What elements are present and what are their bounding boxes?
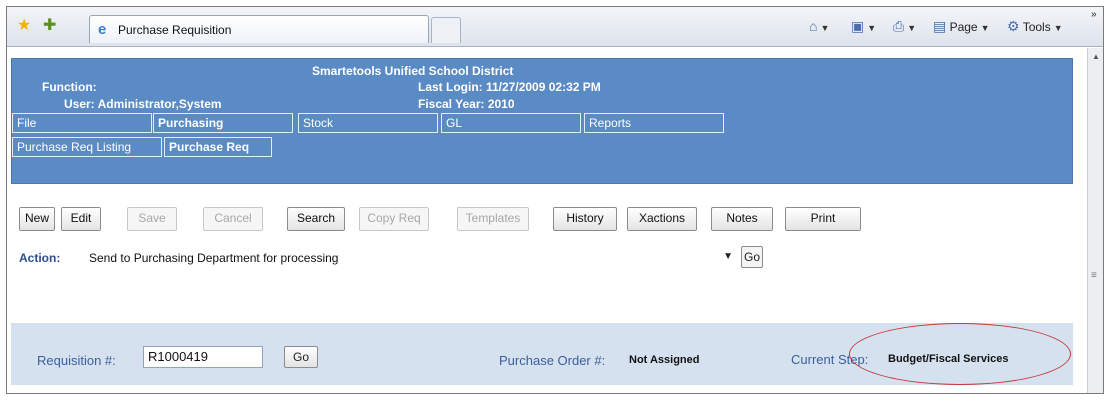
scroll-up-icon[interactable]: ▲ xyxy=(1092,52,1100,61)
page-content: Smartetools Unified School District Func… xyxy=(7,48,1089,393)
feeds-button[interactable]: ▣ ▼ xyxy=(851,18,876,35)
history-button[interactable]: History xyxy=(553,207,617,231)
home-icon: ⌂ xyxy=(809,18,818,34)
page-icon: ▤ xyxy=(933,18,947,34)
chevron-down-icon: ▼ xyxy=(820,23,830,33)
action-selected-value: Send to Purchasing Department for proces… xyxy=(89,251,339,265)
print-button[interactable]: Print xyxy=(785,207,861,231)
user-name: User: Administrator,System xyxy=(64,97,222,111)
menu-purchasing[interactable]: Purchasing xyxy=(153,113,293,133)
browser-tab[interactable]: e Purchase Requisition xyxy=(89,15,429,43)
menu-file[interactable]: File xyxy=(12,113,152,133)
add-favorites-icon[interactable]: ✚ xyxy=(43,18,56,34)
chevron-down-icon: ▼ xyxy=(867,23,877,33)
fiscal-year: Fiscal Year: 2010 xyxy=(418,97,515,111)
browser-toolbar: ★ ✚ e Purchase Requisition ⌂ ▼ ▣ ▼ ⎙ ▼ ▤ Pa… xyxy=(7,7,1103,47)
scroll-grip-icon[interactable]: ≡ xyxy=(1091,270,1097,281)
chevron-down-icon: ▼ xyxy=(1053,23,1063,33)
favorites-star-icon[interactable]: ★ xyxy=(17,18,31,34)
action-select[interactable]: Send to Purchasing Department for proces… xyxy=(87,248,737,268)
district-name: Smartetools Unified School District xyxy=(312,64,514,78)
save-button[interactable]: Save xyxy=(127,207,177,231)
chevron-down-icon: ▼ xyxy=(907,23,917,33)
print-browser-button[interactable]: ⎙ ▼ xyxy=(893,18,916,35)
new-tab-button[interactable] xyxy=(431,17,461,43)
annotation-circle xyxy=(849,323,1071,385)
action-label: Action: xyxy=(19,251,61,265)
purchase-order-value: Not Assigned xyxy=(629,354,700,366)
requisition-go-button[interactable]: Go xyxy=(284,346,318,368)
toolbar-overflow[interactable]: » xyxy=(1091,9,1097,20)
submenu-purchase-req[interactable]: Purchase Req xyxy=(164,137,272,157)
requisition-input[interactable]: R1000419 xyxy=(143,346,263,368)
requisition-band: Requisition #: R1000419 Go Purchase Orde… xyxy=(11,323,1073,385)
tab-title: Purchase Requisition xyxy=(118,23,232,37)
printer-icon: ⎙ xyxy=(893,18,905,34)
cancel-button[interactable]: Cancel xyxy=(203,207,263,231)
purchase-order-label: Purchase Order #: xyxy=(499,353,606,368)
new-button[interactable]: New xyxy=(19,207,55,231)
search-button[interactable]: Search xyxy=(287,207,345,231)
chevron-down-icon: ▼ xyxy=(980,23,990,33)
gear-icon: ⚙ xyxy=(1007,18,1020,34)
templates-button[interactable]: Templates xyxy=(457,207,529,231)
home-button[interactable]: ⌂ ▼ xyxy=(809,18,829,34)
copy-req-button[interactable]: Copy Req xyxy=(359,207,429,231)
edit-button[interactable]: Edit xyxy=(61,207,101,231)
menu-stock[interactable]: Stock xyxy=(298,113,438,133)
chevron-down-icon: ▼ xyxy=(723,251,733,262)
app-header: Smartetools Unified School District Func… xyxy=(11,58,1073,184)
tools-menu[interactable]: ⚙ Tools ▼ xyxy=(1007,18,1063,35)
browser-window: ★ ✚ e Purchase Requisition ⌂ ▼ ▣ ▼ ⎙ ▼ ▤ Pa… xyxy=(6,6,1104,394)
vertical-scrollbar[interactable]: ▲ ≡ xyxy=(1087,48,1103,393)
submenu-purchase-req-listing[interactable]: Purchase Req Listing xyxy=(12,137,162,157)
xactions-button[interactable]: Xactions xyxy=(627,207,697,231)
tools-menu-label: Tools xyxy=(1022,20,1051,34)
action-go-button[interactable]: Go xyxy=(741,246,763,268)
last-login: Last Login: 11/27/2009 02:32 PM xyxy=(418,80,601,94)
menu-reports[interactable]: Reports xyxy=(584,113,724,133)
page-menu-label: Page xyxy=(949,20,978,34)
notes-button[interactable]: Notes xyxy=(711,207,773,231)
ie-page-icon: e xyxy=(98,21,107,38)
requisition-label: Requisition #: xyxy=(37,353,116,368)
menu-gl[interactable]: GL xyxy=(441,113,581,133)
feeds-icon: ▣ xyxy=(851,18,865,34)
function-label: Function: xyxy=(42,80,97,94)
page-menu[interactable]: ▤ Page ▼ xyxy=(933,18,990,35)
